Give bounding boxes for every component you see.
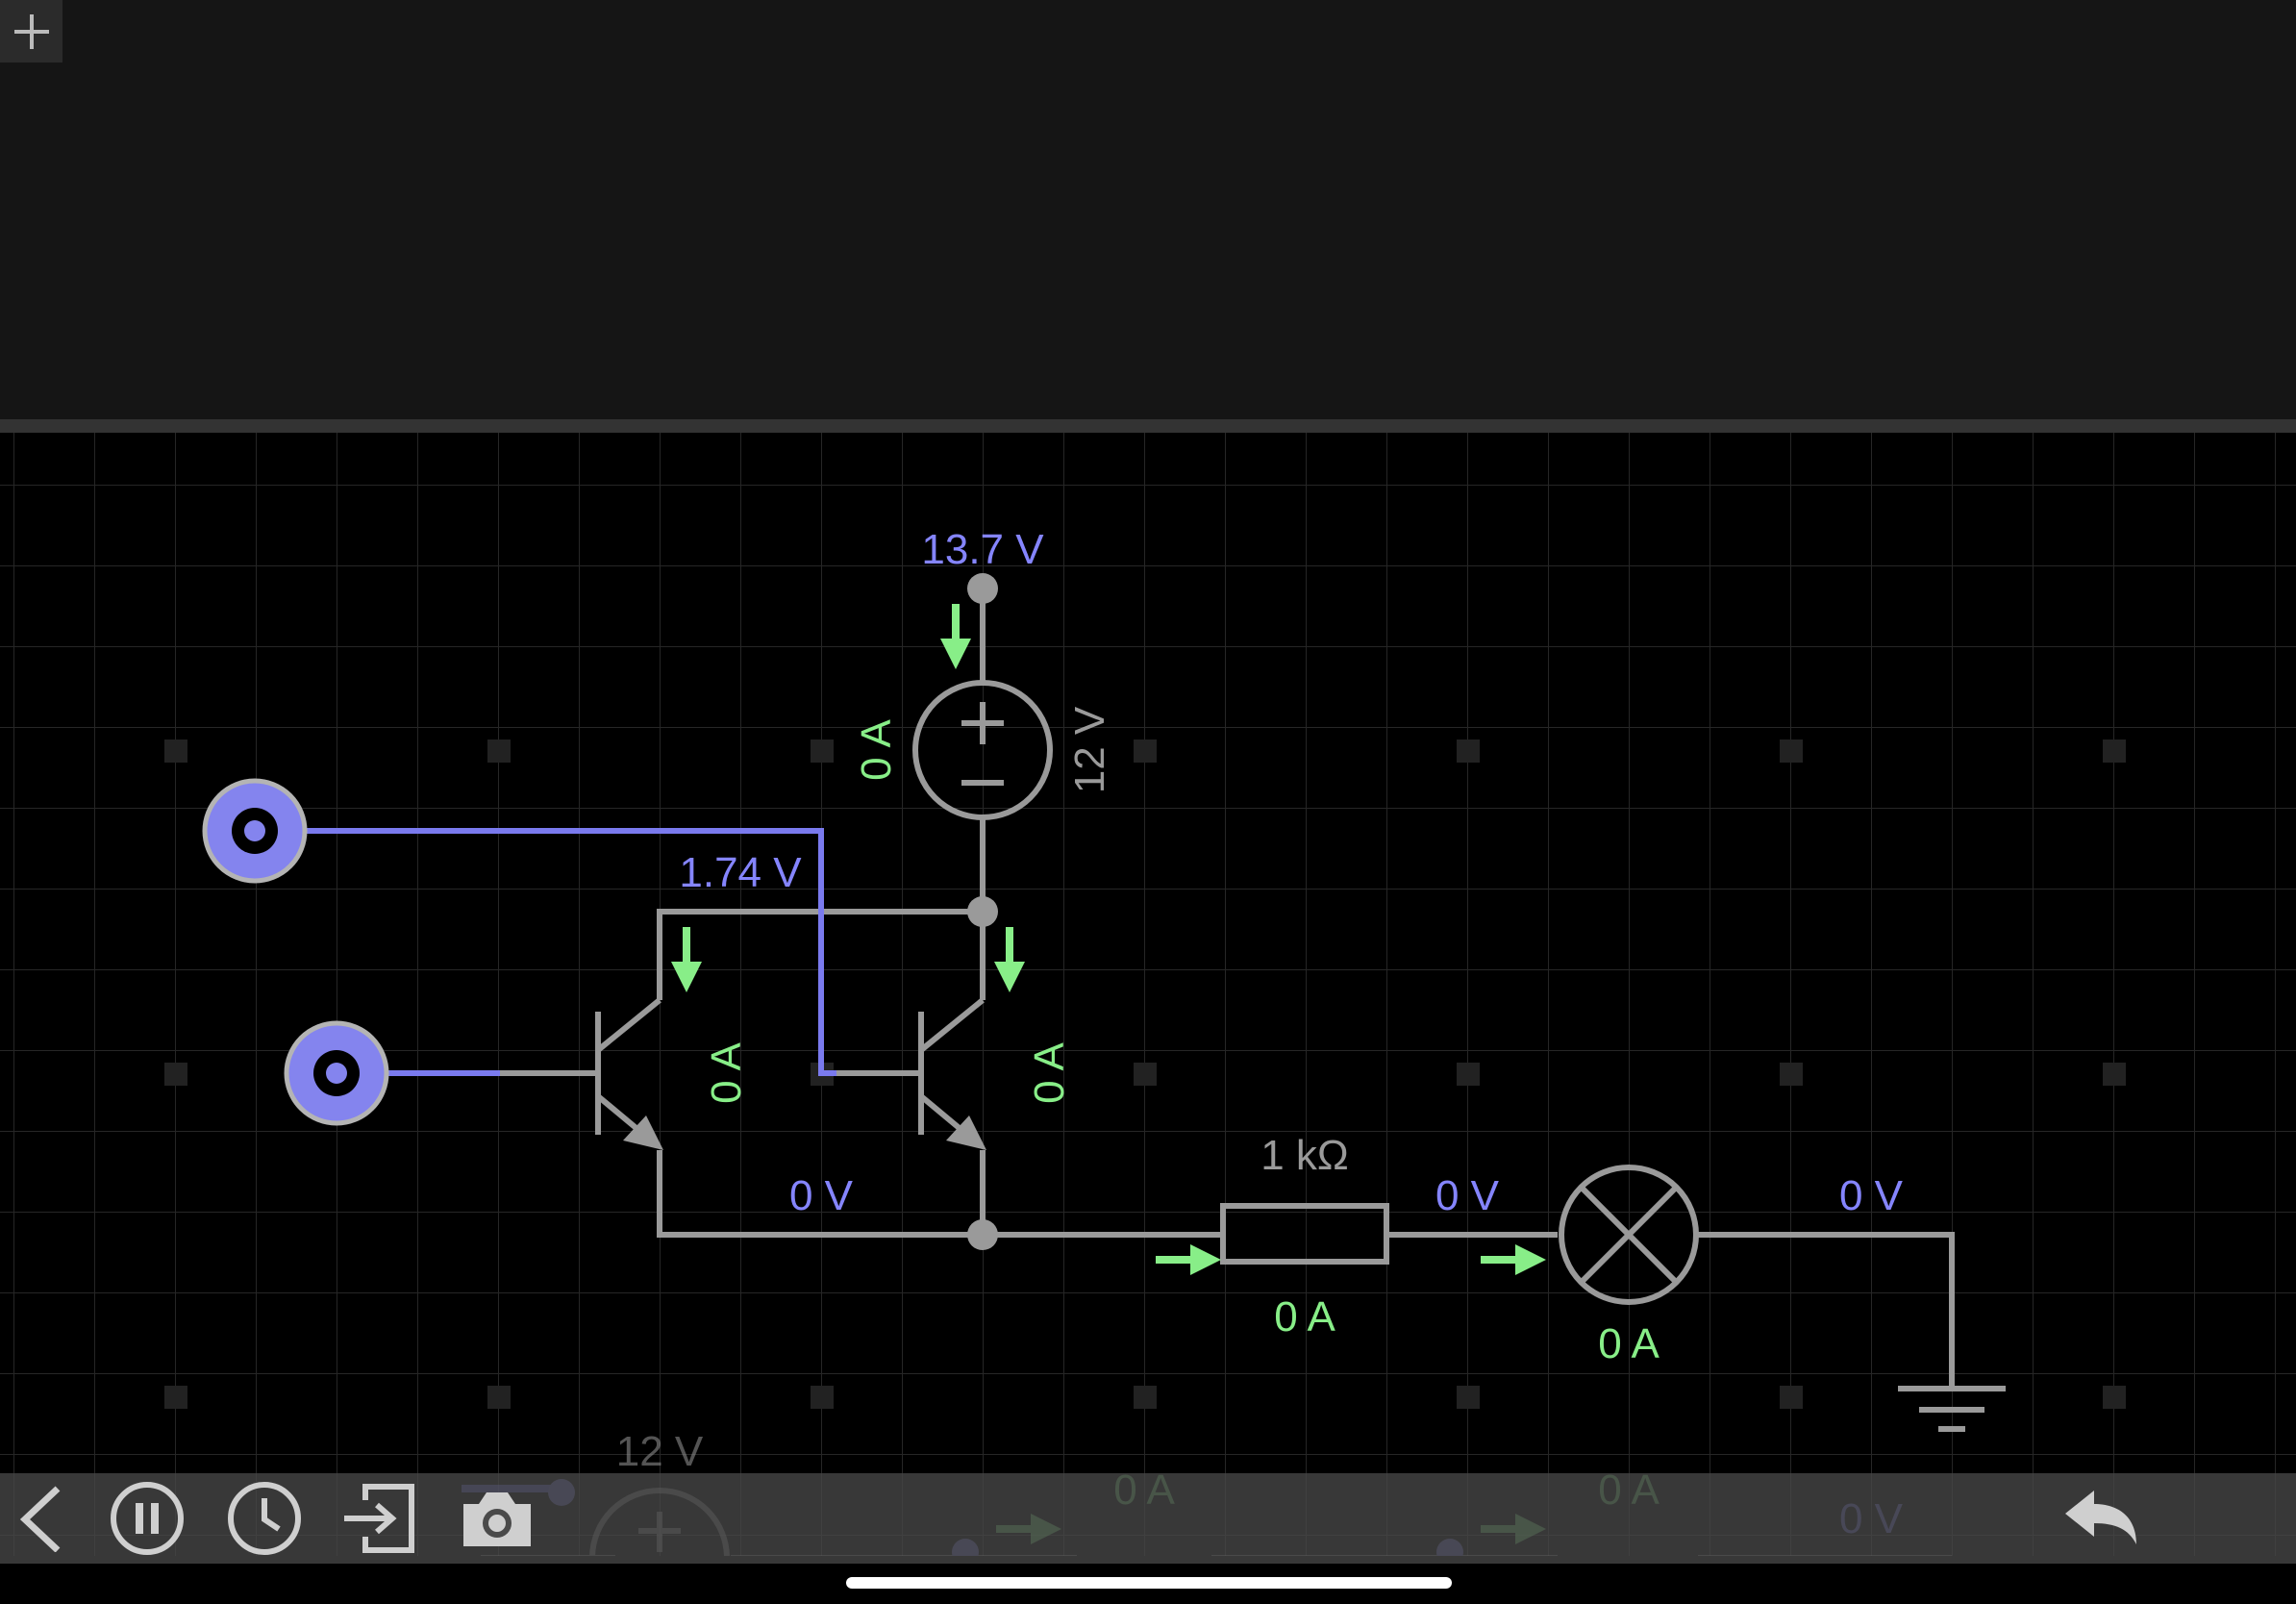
chevron-left-icon [19, 1486, 61, 1553]
circuit-canvas[interactable]: 13.7 V 1.74 V 0 V 0 V 0 V 0 A 0 A 0 A 0 … [0, 433, 2296, 1556]
resistor-value-label: 1 kΩ [1260, 1132, 1349, 1179]
battery-voltage-label: 12 V [1066, 706, 1113, 793]
undo-icon [2065, 1491, 2136, 1544]
circuit-diagram: 13.7 V 1.74 V 0 V 0 V 0 V 0 A 0 A 0 A 0 … [0, 433, 2296, 1556]
pause-button[interactable] [108, 1479, 187, 1558]
clock-icon [228, 1482, 301, 1555]
export-button[interactable] [338, 1481, 417, 1556]
current-label-transistor-left: 0 A [703, 1042, 750, 1104]
add-component-button[interactable] [0, 0, 62, 63]
undo-button[interactable] [2059, 1485, 2142, 1552]
top-panel [0, 0, 2296, 419]
plus-icon [13, 13, 49, 49]
bottom-toolbar [0, 1473, 2296, 1564]
voltage-label-supply-top: 13.7 V [921, 526, 1044, 573]
screenshot-button[interactable] [458, 1487, 537, 1550]
export-icon [344, 1484, 414, 1553]
current-label-lamp: 0 A [1598, 1320, 1660, 1367]
ghost-battery-label: 12 V [616, 1428, 704, 1475]
current-label-supply: 0 A [853, 719, 900, 781]
history-button[interactable] [225, 1479, 304, 1558]
back-button[interactable] [8, 1483, 75, 1553]
voltage-label-base-node: 1.74 V [679, 849, 802, 896]
voltage-label-resistor-right: 0 V [1435, 1172, 1500, 1219]
current-label-resistor: 0 A [1274, 1293, 1335, 1341]
pause-icon [111, 1482, 184, 1555]
probe-top[interactable] [202, 778, 308, 884]
home-indicator[interactable] [846, 1577, 1452, 1589]
voltage-label-emitter-node: 0 V [789, 1172, 854, 1219]
camera-icon [463, 1492, 531, 1546]
panel-divider[interactable] [0, 419, 2296, 433]
voltage-label-lamp-right: 0 V [1839, 1172, 1904, 1219]
current-label-transistor-right: 0 A [1026, 1042, 1073, 1104]
probe-bottom[interactable] [284, 1020, 389, 1126]
